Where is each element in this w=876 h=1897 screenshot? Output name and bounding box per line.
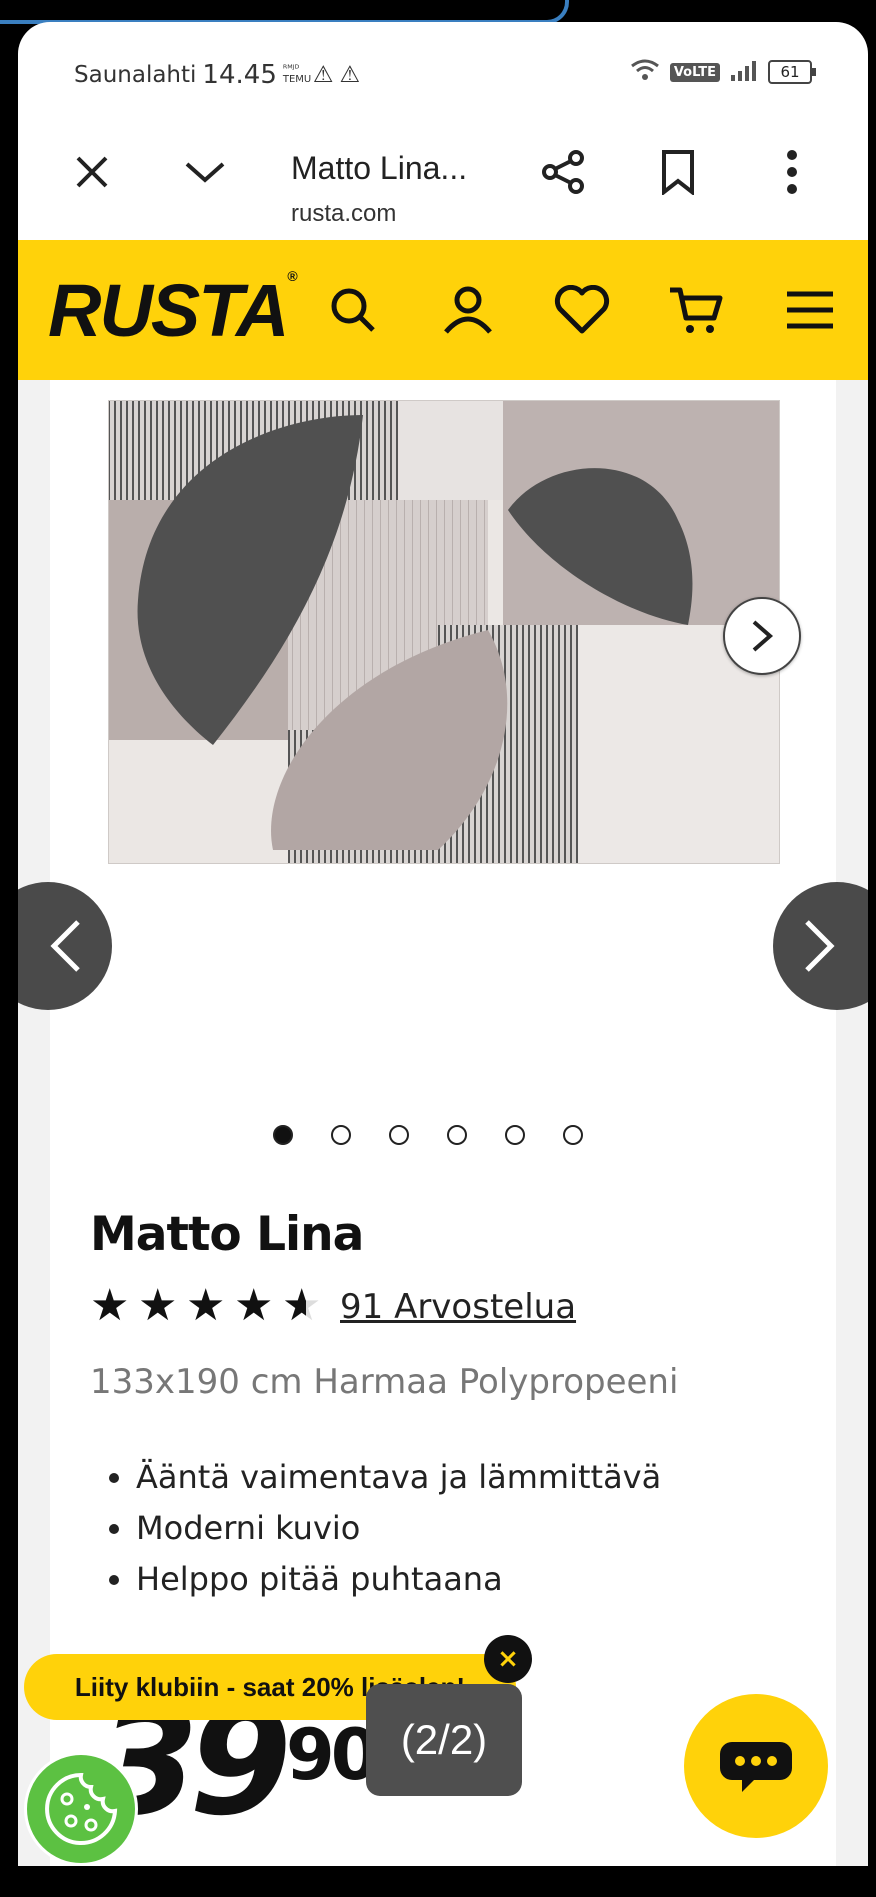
page-gutter-left bbox=[18, 380, 50, 1866]
site-header: RUSTA® bbox=[18, 240, 868, 380]
close-icon[interactable]: × bbox=[484, 1635, 532, 1683]
price-decimals: 90 bbox=[286, 1714, 379, 1796]
gallery-dot[interactable] bbox=[331, 1125, 351, 1145]
star-icon: ★ bbox=[234, 1280, 274, 1331]
close-icon[interactable] bbox=[64, 144, 120, 200]
more-icon[interactable] bbox=[764, 144, 820, 200]
phone-screen: Saunalahti 14.45 ᴿᴹᴶᴰ TEMU ⚠ ⚠ VoLTE 61 … bbox=[18, 22, 868, 1866]
status-bar: Saunalahti 14.45 ᴿᴹᴶᴰ TEMU ⚠ ⚠ VoLTE 61 bbox=[18, 22, 868, 122]
page-url[interactable]: rusta.com bbox=[291, 200, 396, 228]
product-image[interactable] bbox=[107, 399, 781, 865]
cart-icon[interactable] bbox=[666, 280, 726, 340]
product-title: Matto Lina bbox=[90, 1207, 364, 1262]
reviews-link[interactable]: 91 Arvostelua bbox=[340, 1287, 576, 1327]
page-gutter-right bbox=[836, 380, 868, 1866]
signal-icon bbox=[730, 59, 758, 85]
chevron-left-icon bbox=[50, 920, 80, 972]
account-icon[interactable] bbox=[438, 280, 498, 340]
list-item: Ääntä vaimentava ja lämmittävä bbox=[136, 1452, 661, 1503]
chevron-down-icon[interactable] bbox=[177, 144, 233, 200]
image-next-button[interactable] bbox=[723, 597, 801, 675]
list-item: Helppo pitää puhtaana bbox=[136, 1554, 661, 1605]
half-star-icon: ★ bbox=[282, 1284, 330, 1328]
heart-icon[interactable] bbox=[552, 280, 612, 340]
star-icon: ★ bbox=[90, 1280, 130, 1331]
share-icon[interactable] bbox=[536, 144, 592, 200]
rusta-logo[interactable]: RUSTA® bbox=[48, 268, 298, 353]
star-icon: ★ bbox=[186, 1280, 226, 1331]
carrier-label: Saunalahti bbox=[74, 62, 197, 88]
product-subtitle: 133x190 cm Harmaa Polypropeeni bbox=[90, 1362, 679, 1402]
chevron-right-icon bbox=[752, 620, 774, 652]
wifi-icon bbox=[630, 58, 660, 86]
top-window-frame bbox=[0, 0, 569, 24]
time-label: 14.45 bbox=[202, 60, 277, 90]
star-icon: ★ bbox=[138, 1280, 178, 1331]
chat-icon bbox=[720, 1742, 792, 1792]
rating-stars[interactable]: ★ ★ ★ ★ ★ bbox=[90, 1284, 330, 1328]
cookie-settings-button[interactable] bbox=[24, 1752, 138, 1866]
gallery-dot[interactable] bbox=[563, 1125, 583, 1145]
search-icon[interactable] bbox=[323, 280, 383, 340]
bookmark-icon[interactable] bbox=[650, 144, 706, 200]
gallery-dot[interactable] bbox=[505, 1125, 525, 1145]
browser-toolbar: Matto Lina... rusta.com bbox=[18, 122, 868, 240]
chat-button[interactable] bbox=[684, 1694, 828, 1838]
feature-list: Ääntä vaimentava ja lämmittävä Moderni k… bbox=[106, 1452, 661, 1605]
battery-indicator: 61 bbox=[768, 60, 816, 84]
gallery-dot[interactable] bbox=[273, 1125, 293, 1145]
image-pager-toast: (2/2) bbox=[366, 1684, 522, 1796]
gallery-dot[interactable] bbox=[447, 1125, 467, 1145]
menu-icon[interactable] bbox=[780, 280, 840, 340]
warning-icon-2: ⚠ bbox=[339, 62, 361, 88]
cookie-icon bbox=[45, 1772, 118, 1845]
gallery-dot[interactable] bbox=[389, 1125, 409, 1145]
volte-badge: VoLTE bbox=[669, 62, 720, 82]
list-item: Moderni kuvio bbox=[136, 1503, 661, 1554]
page-title[interactable]: Matto Lina... bbox=[291, 150, 467, 187]
app-notification-icon: ᴿᴹᴶᴰ TEMU bbox=[282, 64, 312, 85]
chevron-right-icon bbox=[805, 920, 835, 972]
gallery-dots bbox=[273, 1125, 583, 1145]
warning-icon: ⚠ bbox=[312, 62, 334, 88]
